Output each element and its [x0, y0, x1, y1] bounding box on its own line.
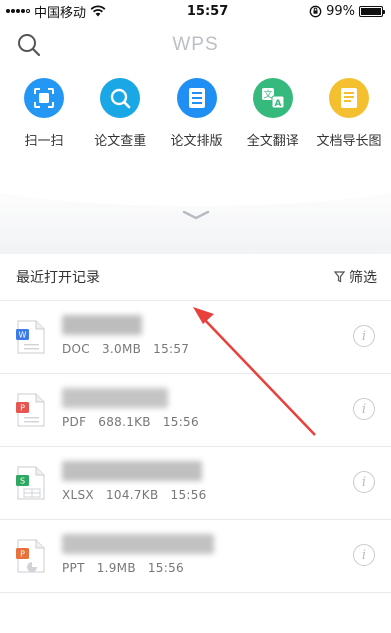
- file-row[interactable]: S XLSX 104.7KB 15:56 i: [0, 447, 391, 520]
- file-meta: XLSX 104.7KB 15:56: [62, 488, 219, 502]
- file-type: PDF: [62, 415, 87, 429]
- recent-file-list: W DOC 3.0MB 15:57 i P PDF 688.1KB 15:56 …: [0, 300, 391, 593]
- file-type: PPT: [62, 561, 85, 575]
- translate-icon: 文 A: [252, 78, 293, 118]
- battery-fill: [361, 7, 381, 15]
- file-name-redacted: [62, 315, 142, 335]
- doc-to-image-icon: [329, 78, 369, 118]
- orientation-lock-icon: [309, 5, 322, 17]
- status-left: 中国移动: [6, 2, 106, 21]
- scan-icon: [24, 78, 64, 118]
- ppt-file-icon: P: [16, 539, 46, 573]
- file-text: PPT 1.9MB 15:56: [62, 534, 214, 575]
- paper-layout-icon: [176, 78, 217, 118]
- file-text: PDF 688.1KB 15:56: [62, 388, 211, 429]
- file-text: DOC 3.0MB 15:57: [62, 315, 201, 356]
- filter-icon: [334, 271, 345, 283]
- file-size: 1.9MB: [96, 561, 136, 575]
- file-time: 15:56: [170, 488, 207, 502]
- status-right: 99%: [309, 3, 385, 19]
- file-name-redacted: [62, 461, 202, 481]
- expand-divider: [0, 146, 391, 254]
- file-text: XLSX 104.7KB 15:56: [62, 461, 219, 502]
- file-time: 15:56: [147, 561, 184, 575]
- chevron-down-icon[interactable]: [182, 210, 210, 220]
- svg-text:P: P: [20, 550, 25, 559]
- file-size: 3.0MB: [101, 342, 142, 356]
- svg-text:文: 文: [263, 89, 272, 101]
- file-type: DOC: [62, 342, 90, 356]
- recent-title: 最近打开记录: [16, 270, 100, 286]
- carrier-label: 中国移动: [34, 5, 87, 21]
- file-type: XLSX: [62, 488, 94, 502]
- search-icon[interactable]: [16, 32, 42, 58]
- filter-button[interactable]: 筛选: [334, 267, 377, 287]
- signal-icon: [6, 9, 30, 13]
- status-bar: 中国移动 15:57 99%: [0, 0, 391, 22]
- file-meta: PPT 1.9MB 15:56: [62, 561, 214, 575]
- filter-label: 筛选: [349, 270, 377, 286]
- file-name-redacted: [62, 534, 214, 554]
- info-icon[interactable]: i: [353, 325, 375, 347]
- svg-text:S: S: [20, 477, 25, 486]
- battery-icon: [359, 5, 385, 17]
- file-name-redacted: [62, 388, 168, 408]
- svg-text:P: P: [20, 404, 25, 413]
- file-row[interactable]: P PDF 688.1KB 15:56 i: [0, 374, 391, 447]
- svg-text:A: A: [274, 99, 281, 109]
- excel-file-icon: S: [16, 466, 46, 500]
- info-icon[interactable]: i: [353, 398, 375, 420]
- word-file-icon: W: [16, 320, 46, 354]
- info-icon[interactable]: i: [353, 544, 375, 566]
- file-size: 688.1KB: [98, 415, 151, 429]
- file-time: 15:57: [153, 342, 190, 356]
- wifi-icon: [90, 5, 106, 17]
- status-time: 15:57: [186, 3, 229, 19]
- info-icon[interactable]: i: [353, 471, 375, 493]
- file-meta: DOC 3.0MB 15:57: [62, 342, 201, 356]
- top-bar: WPS: [0, 22, 391, 64]
- pdf-file-icon: P: [16, 393, 46, 427]
- file-row[interactable]: W DOC 3.0MB 15:57 i: [0, 301, 391, 374]
- file-row[interactable]: P PPT 1.9MB 15:56 i: [0, 520, 391, 593]
- file-meta: PDF 688.1KB 15:56: [62, 415, 211, 429]
- file-time: 15:56: [162, 415, 199, 429]
- wps-logo: WPS: [172, 34, 219, 55]
- battery-percent: 99%: [326, 3, 355, 19]
- svg-text:W: W: [19, 331, 27, 340]
- file-size: 104.7KB: [105, 488, 159, 502]
- recent-header: 最近打开记录 筛选: [0, 254, 391, 300]
- paper-check-icon: [100, 78, 141, 118]
